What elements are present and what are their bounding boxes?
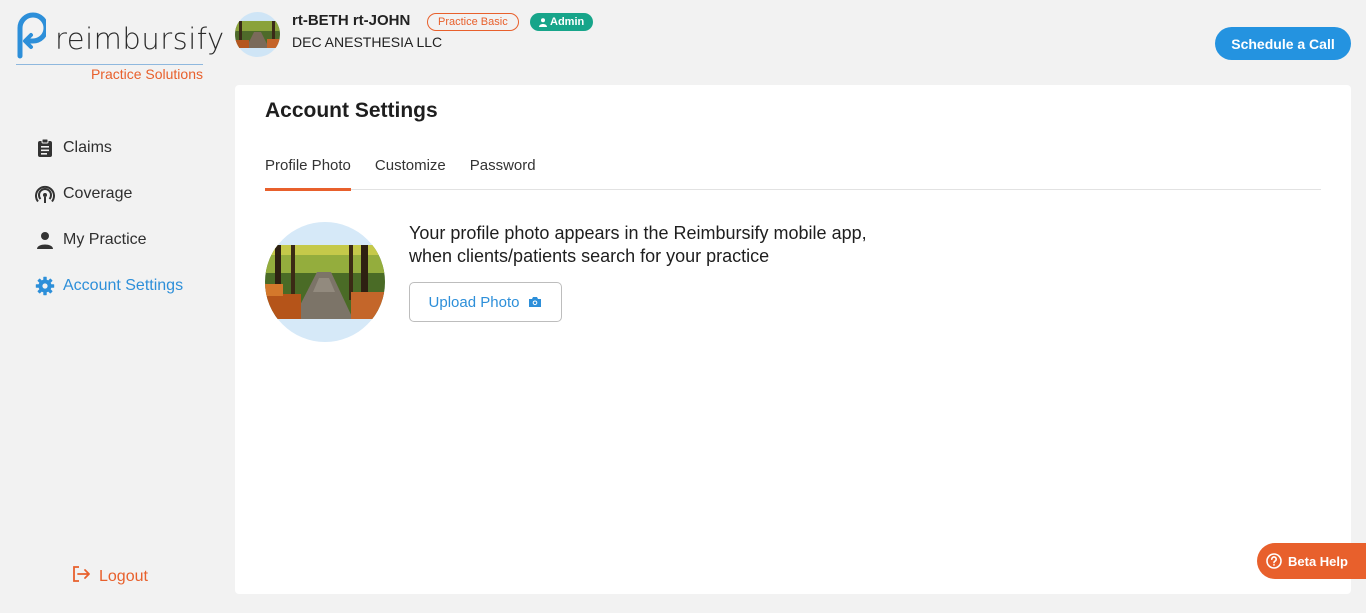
beta-help-button[interactable]: Beta Help (1257, 543, 1366, 579)
brand-name: reimbursify (55, 22, 225, 56)
brand-logo[interactable]: reimbursify Practice Solutions (14, 8, 224, 84)
logout-icon (71, 565, 91, 588)
logo-divider (16, 64, 203, 65)
account-settings-panel: Account Settings Profile Photo Customize… (235, 85, 1351, 594)
profile-photo (265, 222, 385, 342)
clipboard-icon (34, 137, 56, 159)
upload-photo-button[interactable]: Upload Photo (409, 282, 562, 322)
gear-icon (34, 275, 56, 297)
signal-icon (34, 183, 56, 205)
schedule-call-button[interactable]: Schedule a Call (1215, 27, 1351, 60)
description-line: when clients/patients search for your pr… (409, 246, 770, 266)
logout-label: Logout (99, 567, 148, 585)
sidebar-nav: Claims Coverage My Practice Account Sett… (34, 125, 224, 309)
upload-photo-label: Upload Photo (428, 293, 520, 311)
forest-photo (265, 245, 385, 319)
forest-photo-thumbnail (235, 21, 280, 48)
tab-password[interactable]: Password (470, 155, 536, 190)
sidebar-item-claims[interactable]: Claims (34, 125, 224, 171)
person-icon (34, 229, 56, 251)
plan-badge: Practice Basic (427, 13, 519, 31)
beta-help-label: Beta Help (1288, 553, 1348, 569)
profile-photo-description: Your profile photo appears in the Reimbu… (409, 222, 867, 268)
reimbursify-logo-icon (17, 12, 46, 59)
sidebar-item-label: Coverage (63, 185, 133, 202)
person-icon (539, 17, 547, 27)
description-line: Your profile photo appears in the Reimbu… (409, 223, 867, 243)
avatar[interactable] (235, 12, 280, 57)
logout-button[interactable]: Logout (71, 565, 148, 588)
sidebar-item-label: Claims (63, 139, 112, 156)
tab-customize[interactable]: Customize (375, 155, 446, 190)
page-title: Account Settings (265, 99, 438, 122)
organization-name: DEC ANESTHESIA LLC (292, 34, 443, 50)
admin-badge-label: Admin (550, 16, 585, 28)
sidebar-item-account-settings[interactable]: Account Settings (34, 263, 224, 309)
brand-subtitle: Practice Solutions (90, 66, 203, 82)
sidebar-item-label: Account Settings (63, 277, 184, 294)
sidebar-item-my-practice[interactable]: My Practice (34, 217, 224, 263)
tab-profile-photo[interactable]: Profile Photo (265, 155, 351, 191)
sidebar-item-coverage[interactable]: Coverage (34, 171, 224, 217)
sidebar-item-label: My Practice (63, 231, 147, 248)
camera-icon (529, 297, 542, 307)
user-name: rt-BETH rt-JOHN (292, 12, 411, 29)
question-circle-icon (1266, 553, 1282, 569)
admin-badge: Admin (530, 13, 594, 31)
settings-tabs: Profile Photo Customize Password (265, 155, 1321, 191)
